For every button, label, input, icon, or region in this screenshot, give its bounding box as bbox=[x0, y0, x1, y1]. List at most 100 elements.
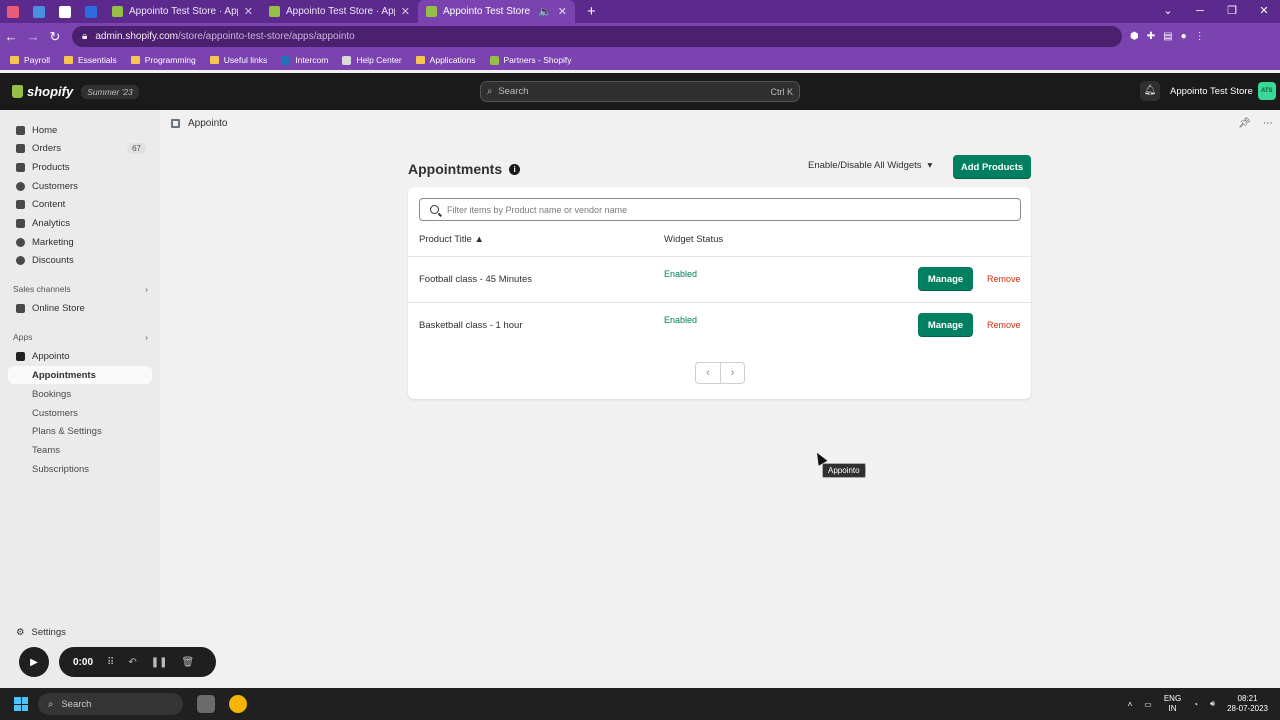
extension-icon[interactable]: ⬢ bbox=[1130, 31, 1139, 42]
drag-handle-icon[interactable]: ⠿ bbox=[107, 657, 114, 668]
close-tab-icon[interactable]: ✕ bbox=[244, 5, 253, 18]
orders-count-badge: 67 bbox=[127, 142, 146, 154]
remove-link[interactable]: Remove bbox=[987, 274, 1021, 284]
column-header-widget-status: Widget Status bbox=[664, 234, 724, 245]
reload-icon[interactable]: ↻ bbox=[44, 29, 66, 45]
volume-icon[interactable]: 🔊︎ bbox=[1210, 699, 1215, 709]
pinned-tab[interactable] bbox=[26, 0, 52, 23]
bookmark[interactable]: Help Center bbox=[342, 55, 402, 65]
sidebar-item-subscriptions[interactable]: Subscriptions bbox=[32, 464, 89, 475]
back-icon[interactable]: ← bbox=[0, 29, 22, 44]
restore-icon[interactable]: ❐ bbox=[1216, 0, 1248, 23]
sidebar-item-home[interactable]: Home bbox=[8, 121, 152, 139]
tab-search-icon[interactable]: ⌄ bbox=[1152, 0, 1184, 23]
menu-icon[interactable]: ⋮ bbox=[1195, 31, 1205, 42]
page-title: Appointments i bbox=[408, 161, 521, 177]
recording-timer: 0:00 bbox=[73, 656, 94, 668]
sidebar-item-customers[interactable]: Customers bbox=[8, 177, 152, 195]
filter-input[interactable]: Filter items by Product name or vendor n… bbox=[419, 198, 1021, 221]
browser-tab[interactable]: Appointo Test Store · Appointo ✕ bbox=[104, 0, 261, 23]
add-products-button[interactable]: Add Products bbox=[953, 155, 1031, 179]
forward-icon[interactable]: → bbox=[22, 29, 44, 44]
sidebar-item-products[interactable]: Products bbox=[8, 158, 152, 176]
bookmark[interactable]: Applications bbox=[415, 55, 476, 65]
apps-header[interactable]: Apps › bbox=[13, 332, 148, 342]
bookmark[interactable]: Payroll bbox=[10, 55, 50, 65]
sidebar-item-appointo[interactable]: Appointo bbox=[8, 347, 152, 365]
new-tab-icon[interactable]: + bbox=[587, 3, 596, 20]
pause-icon[interactable]: ❚❚ bbox=[151, 657, 168, 668]
mute-icon[interactable]: 🔈 bbox=[538, 5, 552, 18]
profile-icon[interactable]: ● bbox=[1181, 31, 1187, 42]
language-indicator[interactable]: ENG IN bbox=[1164, 694, 1181, 714]
notifications-bell-icon[interactable]: 🔔︎ bbox=[1140, 81, 1160, 101]
chevron-up-icon[interactable]: ˄ bbox=[1128, 700, 1133, 709]
bookmark[interactable]: Useful links bbox=[209, 55, 267, 65]
close-tab-icon[interactable]: ✕ bbox=[558, 5, 567, 18]
url-field[interactable]: 🔒︎ admin.shopify.com/store/appointo-test… bbox=[72, 26, 1122, 47]
sidebar-item-settings[interactable]: ⚙ Settings bbox=[16, 627, 66, 638]
bookmark[interactable]: Partners - Shopify bbox=[489, 55, 572, 65]
taskbar-search[interactable]: ⌕ Search bbox=[38, 693, 183, 715]
trash-icon[interactable]: 🗑︎ bbox=[182, 657, 195, 668]
next-page-icon[interactable]: › bbox=[720, 362, 745, 384]
clock-date: 28-07-2023 bbox=[1227, 704, 1268, 713]
pinned-tab-icon bbox=[85, 5, 97, 18]
store-menu-button[interactable]: Appointo Test Store ATS bbox=[1167, 80, 1279, 102]
sidebar-item-online-store[interactable]: Online Store bbox=[8, 299, 152, 317]
sidebar-item-marketing[interactable]: Marketing bbox=[8, 233, 152, 251]
windows-start-icon[interactable] bbox=[14, 697, 28, 711]
browser-tab[interactable]: Appointo Test Store · Appointo ✕ bbox=[261, 0, 418, 23]
analytics-icon bbox=[16, 218, 25, 228]
sales-channels-header[interactable]: Sales channels › bbox=[13, 284, 148, 294]
more-actions-icon[interactable]: ⋯ bbox=[1263, 118, 1273, 129]
shopify-logo[interactable]: shopify bbox=[12, 84, 73, 99]
row-product-title: Football class - 45 Minutes bbox=[419, 274, 532, 285]
undo-icon[interactable]: ↶ bbox=[128, 657, 136, 668]
sidebar-item-orders[interactable]: Orders 67 bbox=[8, 139, 152, 157]
pinned-tab[interactable] bbox=[78, 0, 104, 23]
manage-button[interactable]: Manage bbox=[918, 313, 973, 337]
pin-icon[interactable]: 📌︎ bbox=[1238, 118, 1251, 129]
puzzle-icon[interactable]: ✚ bbox=[1147, 31, 1155, 42]
file-explorer-icon[interactable] bbox=[197, 695, 215, 713]
display-icon[interactable]: ▭ bbox=[1144, 700, 1152, 709]
remove-link[interactable]: Remove bbox=[987, 320, 1021, 330]
breadcrumb-label[interactable]: Appointo bbox=[188, 118, 227, 129]
recorder-toolbar: 0:00 ⠿ ↶ ❚❚ 🗑︎ bbox=[59, 647, 216, 677]
enable-disable-widgets-dropdown[interactable]: Enable/Disable All Widgets ▾ bbox=[808, 160, 932, 171]
camera-icon[interactable]: ▶ bbox=[19, 647, 49, 677]
pinned-tab[interactable] bbox=[0, 0, 26, 23]
pinned-tab[interactable] bbox=[52, 0, 78, 23]
previous-page-icon[interactable]: ‹ bbox=[695, 362, 720, 384]
column-header-product-title[interactable]: Product Title ▲ bbox=[419, 234, 484, 245]
wifi-icon[interactable]: ◔ bbox=[1193, 700, 1198, 709]
row-product-title: Basketball class - 1 hour bbox=[419, 320, 523, 331]
appointments-card: Filter items by Product name or vendor n… bbox=[408, 187, 1031, 399]
edition-badge[interactable]: Summer '23 bbox=[81, 84, 139, 99]
sidebar-item-analytics[interactable]: Analytics bbox=[8, 214, 152, 232]
bookmark[interactable]: Essentials bbox=[63, 55, 117, 65]
admin-search[interactable]: ⌕ Search Ctrl K bbox=[480, 81, 800, 102]
close-window-icon[interactable]: ✕ bbox=[1248, 0, 1280, 23]
minimize-icon[interactable]: ─ bbox=[1184, 0, 1216, 23]
sidebar-icon[interactable]: ▤ bbox=[1163, 31, 1172, 42]
sidebar-item-content[interactable]: Content bbox=[8, 195, 152, 213]
bookmark[interactable]: Intercom bbox=[281, 55, 328, 65]
bookmark[interactable]: Programming bbox=[130, 55, 196, 65]
tooltip: Appointo bbox=[822, 463, 866, 478]
close-tab-icon[interactable]: ✕ bbox=[401, 5, 410, 18]
discount-icon bbox=[16, 255, 25, 265]
sidebar-item-app-customers[interactable]: Customers bbox=[32, 408, 78, 419]
sidebar-item-plans-settings[interactable]: Plans & Settings bbox=[32, 426, 102, 437]
column-label: Product Title bbox=[419, 234, 472, 245]
sidebar-item-teams[interactable]: Teams bbox=[32, 445, 60, 456]
info-icon[interactable]: i bbox=[509, 163, 521, 175]
sidebar-item-bookings[interactable]: Bookings bbox=[32, 389, 71, 400]
sidebar-item-discounts[interactable]: Discounts bbox=[8, 251, 152, 269]
manage-button[interactable]: Manage bbox=[918, 267, 973, 291]
browser-tab-active[interactable]: Appointo Test Store · Appoin 🔈 ✕ bbox=[418, 0, 575, 23]
chrome-icon[interactable] bbox=[229, 695, 247, 713]
sidebar-item-appointments[interactable]: Appointments bbox=[8, 366, 152, 384]
clock[interactable]: 08:21 28-07-2023 bbox=[1227, 694, 1268, 714]
